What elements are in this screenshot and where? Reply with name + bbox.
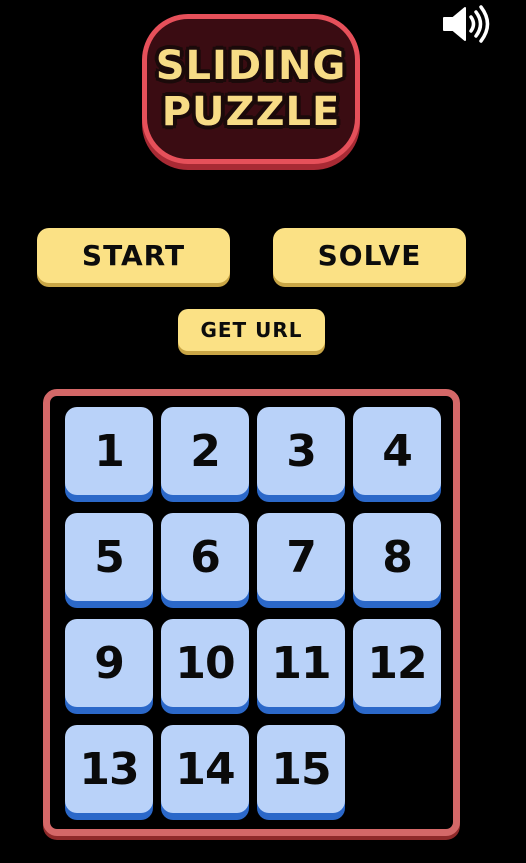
puzzle-tile[interactable]: 2 <box>161 407 249 495</box>
puzzle-tile[interactable]: 12 <box>353 619 441 707</box>
puzzle-tile[interactable]: 8 <box>353 513 441 601</box>
puzzle-tile[interactable]: 9 <box>65 619 153 707</box>
game-logo: SLIDING PUZZLE <box>142 14 360 164</box>
puzzle-tile[interactable]: 3 <box>257 407 345 495</box>
puzzle-tile[interactable]: 4 <box>353 407 441 495</box>
puzzle-tile[interactable]: 7 <box>257 513 345 601</box>
puzzle-tile[interactable]: 10 <box>161 619 249 707</box>
sound-icon[interactable] <box>440 3 492 45</box>
puzzle-tile[interactable]: 14 <box>161 725 249 813</box>
puzzle-tile[interactable]: 5 <box>65 513 153 601</box>
puzzle-tile[interactable]: 6 <box>161 513 249 601</box>
start-button[interactable]: START <box>37 228 230 283</box>
puzzle-tile[interactable]: 13 <box>65 725 153 813</box>
puzzle-board: 1 2 3 4 5 6 7 8 9 10 11 12 13 14 15 <box>43 389 460 836</box>
puzzle-tile[interactable]: 1 <box>65 407 153 495</box>
puzzle-tile[interactable]: 11 <box>257 619 345 707</box>
get-url-button[interactable]: GET URL <box>178 309 325 351</box>
logo-line-2: PUZZLE <box>161 89 341 135</box>
puzzle-tile[interactable]: 15 <box>257 725 345 813</box>
logo-line-1: SLIDING <box>155 43 347 89</box>
solve-button[interactable]: SOLVE <box>273 228 466 283</box>
